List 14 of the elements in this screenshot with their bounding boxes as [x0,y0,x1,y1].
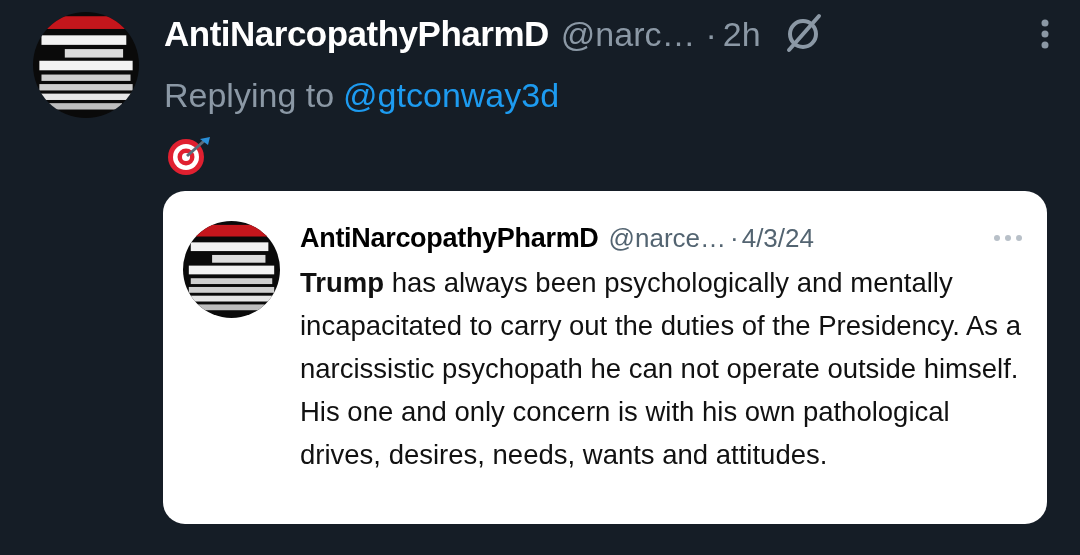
mention-link[interactable]: @gtconway3d [343,70,560,121]
replying-label: Replying to [164,75,335,116]
quoted-post-date: 4/3/24 [741,221,814,255]
post-time: 2h [722,13,761,55]
quoted-author-handle: @narce… [608,221,726,255]
target-icon [166,135,212,177]
quoted-post-text: Trump has always been psychologically and mentally incapacitated to carry out the duties of the Presidency. As a narcissistic psychopath he can not operate outside himself. His one and only concern is with his own pathological drives, desires, needs, wants and attitudes. [300,266,1022,472]
author-handle: @narc… [560,13,696,55]
author-name: AntiNarcopathyPharmD [164,12,549,55]
more-icon[interactable] [1040,19,1050,49]
quoted-post-card[interactable] [163,191,1047,524]
quoted-author-name: AntiNarcopathyPharmD [300,221,599,255]
separator: · [730,221,739,255]
separator: · [705,13,717,55]
